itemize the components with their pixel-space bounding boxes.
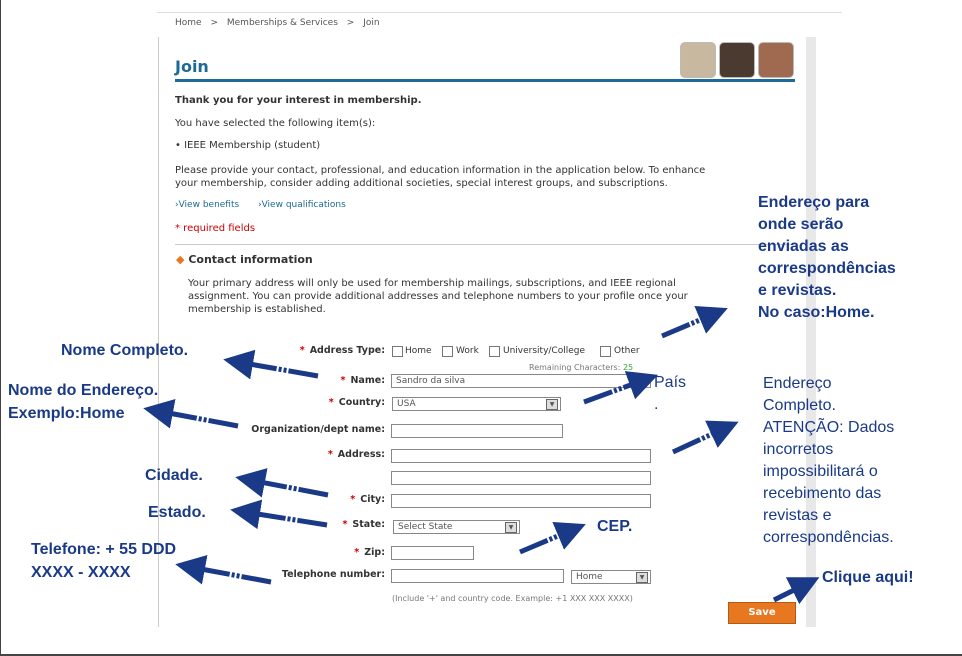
annotation-arrows	[143, 306, 820, 605]
arrow-cidade	[235, 468, 329, 498]
arrow-pais	[583, 371, 659, 405]
arrow-endereco-completo	[671, 420, 739, 455]
arrow-nome-completo	[223, 349, 319, 380]
arrow-endereco-para	[661, 306, 728, 339]
arrow-clique	[772, 577, 820, 605]
arrow-estado	[230, 499, 328, 530]
arrow-cep	[519, 522, 586, 555]
arrow-telefone	[175, 554, 272, 585]
arrow-nome-endereco	[143, 399, 239, 429]
